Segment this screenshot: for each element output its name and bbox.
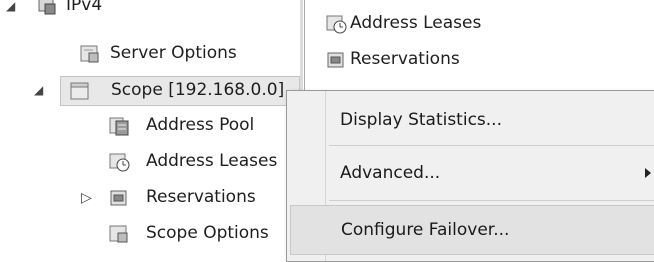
menu-item-label: Display Statistics... (340, 110, 502, 130)
tree-item-label: Reservations (146, 187, 256, 207)
tree-item-label: Scope [192.168.0.0] (111, 80, 285, 100)
submenu-arrow-icon (645, 168, 651, 178)
tree-item-label: Scope Options (146, 223, 269, 243)
menu-item-advanced[interactable]: Advanced... (287, 149, 654, 197)
collapse-arrow-icon[interactable]: ◢ (34, 83, 43, 97)
menu-item-label: Configure Failover... (341, 220, 510, 240)
list-item-reservations[interactable]: Reservations (305, 46, 654, 74)
tree-item-label: Address Leases (146, 151, 278, 171)
tree-item-reservations[interactable]: ▷ Reservations (0, 184, 300, 212)
tree-item-label: Server Options (110, 43, 237, 63)
collapse-arrow-icon[interactable]: ◢ (6, 0, 15, 13)
menu-item-configure-failover[interactable]: Configure Failover... (290, 205, 654, 255)
scope-folder-icon (69, 81, 91, 101)
list-item-label: Address Leases (350, 13, 482, 33)
menu-separator (329, 145, 654, 146)
menu-separator (329, 200, 654, 201)
address-leases-icon (325, 14, 347, 34)
address-pool-icon (108, 116, 130, 136)
console-tree: ◢ IPv4 Server Options Scope [192.168.0.0… (0, 0, 300, 245)
tree-item-address-pool[interactable]: Address Pool (0, 112, 300, 140)
list-item-label: Reservations (350, 49, 460, 69)
ipv4-server-icon (36, 0, 58, 16)
address-leases-icon (108, 152, 130, 172)
tree-item-address-leases[interactable]: Address Leases (0, 148, 300, 176)
menu-item-label: Advanced... (340, 163, 441, 183)
context-menu: Display Statistics... Advanced... Config… (286, 90, 654, 262)
expand-arrow-icon[interactable]: ▷ (81, 190, 92, 206)
tree-item-label: Address Pool (146, 115, 255, 135)
scope-options-icon (108, 224, 130, 244)
reservations-icon (108, 188, 130, 208)
tree-item-scope-options[interactable]: Scope Options (0, 220, 300, 245)
tree-item-scope[interactable]: Scope [192.168.0.0] (60, 76, 300, 106)
reservations-icon (325, 50, 347, 70)
menu-item-display-statistics[interactable]: Display Statistics... (287, 96, 654, 144)
tree-item-ipv4[interactable]: ◢ IPv4 (0, 0, 300, 20)
server-options-icon (79, 44, 101, 64)
tree-item-server-options[interactable]: Server Options (0, 40, 300, 68)
list-item-address-leases[interactable]: Address Leases (305, 10, 654, 38)
tree-item-label: IPv4 (66, 0, 103, 15)
